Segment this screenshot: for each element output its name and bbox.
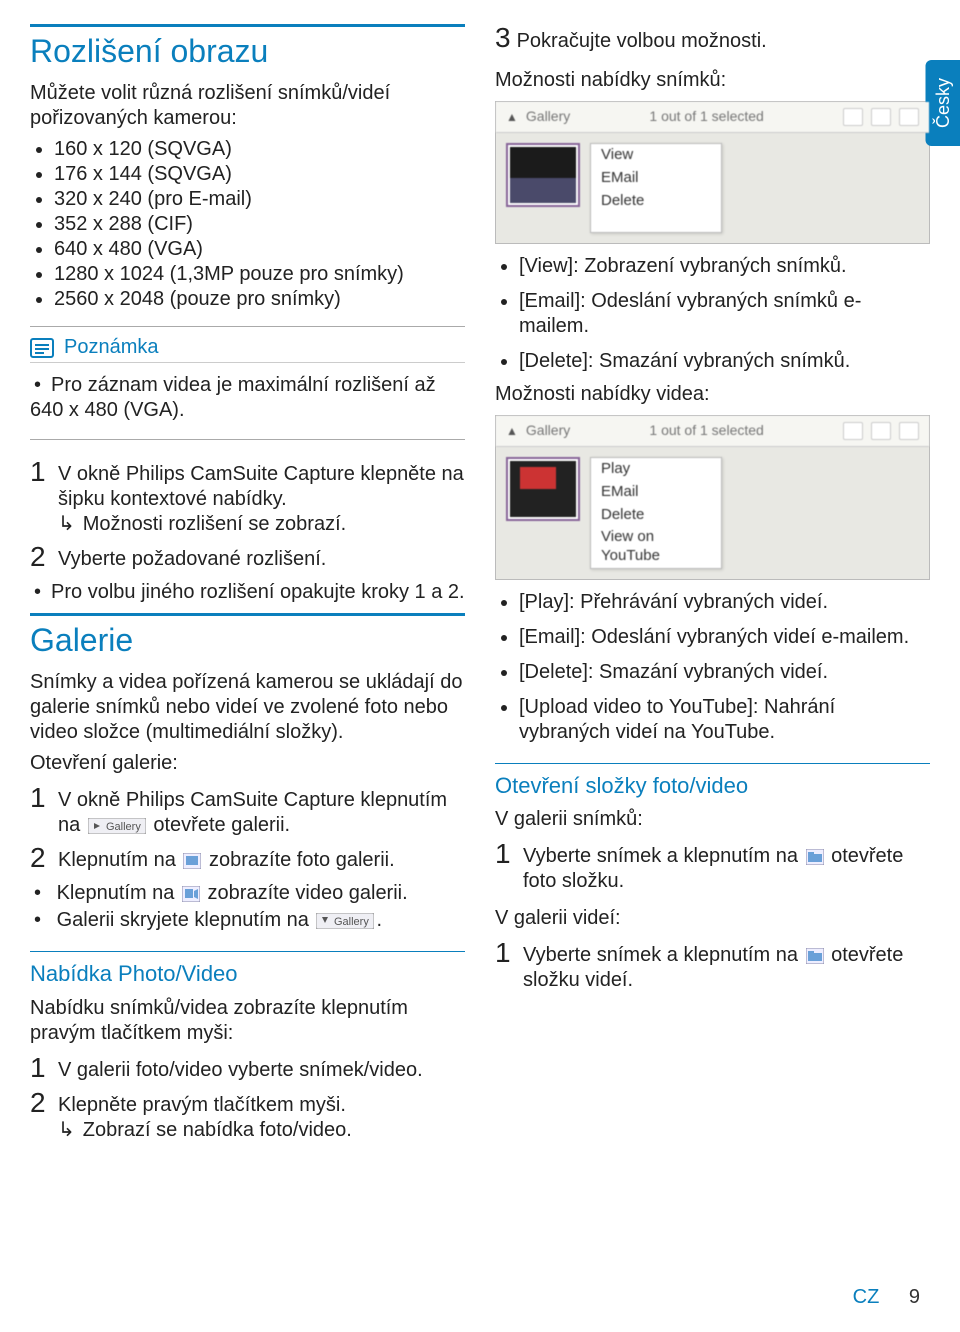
- screenshot-video-menu: ▲Gallery 1 out of 1 selected PlayEMailDe…: [495, 415, 930, 580]
- step-text-pre: Vyberte snímek a klepnutím na: [523, 845, 804, 867]
- step-text: V okně Philips CamSuite Capture klepněte…: [58, 463, 464, 510]
- photo-icon: [183, 853, 201, 869]
- bullet-post: .: [376, 909, 382, 931]
- heading-galerie: Galerie: [30, 613, 465, 660]
- screenshot-photo-menu: ▲Gallery 1 out of 1 selected ViewEMailDe…: [495, 101, 930, 244]
- page-footer: CZ 9: [853, 1285, 920, 1310]
- step-number: 1: [30, 784, 58, 838]
- step-text-post: zobrazíte foto galerii.: [203, 849, 394, 871]
- ctx-item: Play: [591, 458, 721, 481]
- step-number: 2: [30, 543, 58, 572]
- galerie-sub-bullets: Klepnutím na zobrazíte video galerii. Ga…: [30, 881, 465, 933]
- page-number: 9: [909, 1286, 920, 1308]
- note-body: Pro záznam videa je maximální rozlišení …: [30, 365, 465, 427]
- note-label: Poznámka: [64, 335, 159, 360]
- resolution-item: 176 x 144 (SQVGA): [54, 162, 465, 187]
- resolution-list: 160 x 120 (SQVGA)176 x 144 (SQVGA)320 x …: [30, 137, 465, 312]
- photo-options-list: [View]: Zobrazení vybraných snímků. [Emai…: [495, 254, 930, 374]
- label-video-options: Možnosti nabídky videa:: [495, 382, 930, 407]
- resolution-item: 320 x 240 (pro E-mail): [54, 187, 465, 212]
- step-text-pre: Vyberte snímek a klepnutím na: [523, 944, 804, 966]
- heading-resolution: Rozlišení obrazu: [30, 24, 465, 71]
- list-item: [Upload video to YouTube]: Nahrání vybra…: [519, 695, 930, 745]
- step-number: 2: [30, 1089, 58, 1143]
- gallery-intro: Snímky a videa pořízená kamerou se uklád…: [30, 670, 465, 745]
- left-column: Rozlišení obrazu Můžete volit různá rozl…: [30, 24, 465, 1240]
- svg-text:Gallery: Gallery: [334, 916, 369, 928]
- ctx-item: Delete: [591, 190, 721, 213]
- list-item: [View]: Zobrazení vybraných snímků.: [519, 254, 930, 279]
- svg-text:Gallery: Gallery: [106, 821, 141, 833]
- folder-photo-label: V galerii snímků:: [495, 807, 930, 832]
- step-sub-bullets: Pro volbu jiného rozlišení opakujte krok…: [30, 580, 465, 605]
- list-item: [Email]: Odeslání vybraných snímků e-mai…: [519, 289, 930, 339]
- context-menu-photo: ViewEMailDelete: [590, 143, 722, 233]
- bullet-pre: Galerii skryjete klepnutím na: [57, 909, 315, 931]
- right-column: 3 Pokračujte volbou možnosti. Možnosti na…: [495, 24, 930, 1240]
- ctx-item: EMail: [591, 167, 721, 190]
- video-icon: [182, 886, 200, 902]
- nabidka-intro: Nabídku snímků/videa zobrazíte klepnutím…: [30, 996, 465, 1046]
- folder-video-label: V galerii videí:: [495, 906, 930, 931]
- resolution-item: 1280 x 1024 (1,3MP pouze pro snímky): [54, 262, 465, 287]
- note-icon: [30, 338, 54, 358]
- resolution-steps: 1 V okně Philips CamSuite Capture klepně…: [30, 458, 465, 572]
- step-text: Klepněte pravým tlačítkem myši.: [58, 1094, 346, 1116]
- resolution-item: 160 x 120 (SQVGA): [54, 137, 465, 162]
- gallery-toggle-icon: Gallery: [316, 913, 374, 929]
- step-number: 3: [495, 24, 511, 52]
- ctx-item: Delete: [591, 504, 721, 527]
- intro-text: Můžete volit různá rozlišení snímků/vide…: [30, 81, 465, 131]
- gallery-toggle-icon: Gallery: [88, 818, 146, 834]
- context-menu-video: PlayEMailDeleteView on YouTube: [590, 457, 722, 569]
- step-text: Pokračujte volbou možnosti.: [517, 30, 767, 52]
- subheading-folder: Otevření složky foto/video: [495, 763, 930, 800]
- folder-icon: [806, 948, 824, 964]
- step-result: Zobrazí se nabídka foto/video.: [58, 1119, 352, 1141]
- resolution-item: 640 x 480 (VGA): [54, 237, 465, 262]
- bullet-post: zobrazíte video galerii.: [202, 882, 408, 904]
- list-item: [Delete]: Smazání vybraných videí.: [519, 660, 930, 685]
- step-number: 1: [30, 1054, 58, 1083]
- ctx-item: EMail: [591, 481, 721, 504]
- step-number: 1: [30, 458, 58, 537]
- step-text: V galerii foto/video vyberte snímek/vide…: [58, 1054, 465, 1083]
- video-thumbnail: [506, 457, 580, 521]
- language-tab: Česky: [926, 60, 960, 146]
- step-number: 2: [30, 844, 58, 873]
- resolution-item: 2560 x 2048 (pouze pro snímky): [54, 287, 465, 312]
- video-options-list: [Play]: Přehrávání vybraných videí. [Emai…: [495, 590, 930, 745]
- footer-region: CZ: [853, 1286, 880, 1308]
- ctx-item: View on YouTube: [591, 526, 721, 568]
- ctx-item: View: [591, 144, 721, 167]
- gallery-open-label: Otevření galerie:: [30, 751, 465, 776]
- bullet-pre: Klepnutím na: [57, 882, 180, 904]
- step-number: 1: [495, 840, 523, 894]
- photo-thumbnail: [506, 143, 580, 207]
- resolution-item: 352 x 288 (CIF): [54, 212, 465, 237]
- step-text-post: otevřete galerii.: [148, 814, 290, 836]
- step-result: Možnosti rozlišení se zobrazí.: [58, 513, 346, 535]
- nabidka-steps: 1 V galerii foto/video vyberte snímek/vi…: [30, 1054, 465, 1143]
- step-number: 1: [495, 939, 523, 993]
- folder-icon: [806, 849, 824, 865]
- galerie-steps: 1 V okně Philips CamSuite Capture klepnu…: [30, 784, 465, 873]
- note-box: Poznámka Pro záznam videa je maximální r…: [30, 326, 465, 440]
- step-text: Vyberte požadované rozlišení.: [58, 543, 465, 572]
- list-item: [Delete]: Smazání vybraných snímků.: [519, 349, 930, 374]
- step-text-pre: Klepnutím na: [58, 849, 181, 871]
- subheading-nabidka: Nabídka Photo/Video: [30, 951, 465, 988]
- list-item: [Email]: Odeslání vybraných videí e-mail…: [519, 625, 930, 650]
- list-item: [Play]: Přehrávání vybraných videí.: [519, 590, 930, 615]
- label-photo-options: Možnosti nabídky snímků:: [495, 68, 930, 93]
